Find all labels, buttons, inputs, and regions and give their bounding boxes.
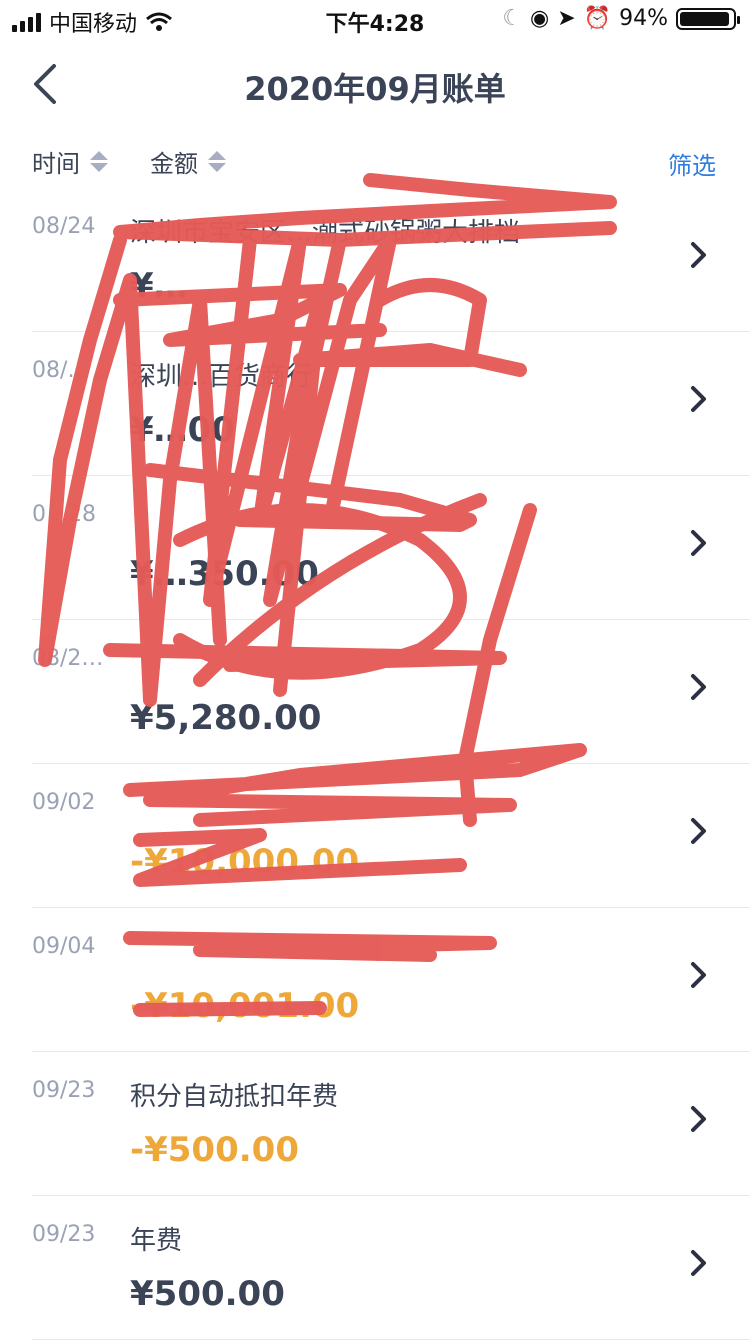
- chevron-right-icon: [691, 386, 706, 412]
- chevron-right-icon: [691, 242, 706, 268]
- location-icon: ➤: [557, 6, 576, 31]
- filter-button[interactable]: 筛选: [668, 146, 716, 181]
- orientation-lock-icon: ◉: [530, 6, 550, 31]
- status-bar: 中国移动 下午4:28 ☾ ◉ ➤ ⏰ 94%: [0, 0, 750, 40]
- transaction-description: 积分自动抵扣年费: [130, 1082, 339, 1112]
- sort-by-amount-button[interactable]: 金额: [150, 144, 226, 179]
- transaction-date: 09/04: [32, 934, 96, 959]
- transaction-list: 08/24 深圳市宝安区…潮式砂锅粥大排档 ¥… 08/… 深圳…百货商行 ¥……: [0, 188, 750, 1340]
- chevron-right-icon: [691, 1106, 706, 1132]
- transaction-row[interactable]: 08/2… ¥5,280.00: [32, 620, 750, 764]
- sort-time-label: 时间: [32, 150, 80, 178]
- chevron-right-icon: [691, 818, 706, 844]
- transaction-amount: ¥…00: [130, 410, 235, 450]
- battery-icon: [676, 7, 740, 30]
- chevron-right-icon: [691, 674, 706, 700]
- sort-arrows-icon: [90, 151, 108, 172]
- transaction-amount: ¥…: [130, 266, 188, 306]
- transaction-date: 09/02: [32, 790, 96, 815]
- transaction-date: 09/23: [32, 1078, 96, 1103]
- sort-by-time-button[interactable]: 时间: [32, 144, 108, 179]
- chevron-right-icon: [691, 962, 706, 988]
- transaction-amount: -¥500.00: [130, 1130, 299, 1170]
- nav-bar: 2020年09月账单: [0, 40, 750, 130]
- transaction-row[interactable]: 09/02 -¥10,000.00: [32, 764, 750, 908]
- transaction-row[interactable]: 0…28 ¥…350.00: [32, 476, 750, 620]
- transaction-description: 年费: [130, 1226, 183, 1256]
- transaction-date: 09/23: [32, 1222, 96, 1247]
- transaction-amount: ¥…350.00: [130, 554, 319, 594]
- sort-amount-label: 金额: [150, 150, 198, 178]
- transaction-amount: -¥10,001.00: [130, 986, 360, 1026]
- alarm-icon: ⏰: [583, 6, 612, 31]
- transaction-row[interactable]: 09/04 -¥10,001.00: [32, 908, 750, 1052]
- chevron-right-icon: [691, 1250, 706, 1276]
- chevron-right-icon: [691, 530, 706, 556]
- transaction-date: 08/2…: [32, 646, 104, 671]
- sort-bar: 时间 金额 筛选: [0, 130, 750, 188]
- transaction-row[interactable]: 08/24 深圳市宝安区…潮式砂锅粥大排档 ¥…: [32, 188, 750, 332]
- transaction-date: 08/24: [32, 214, 96, 239]
- transaction-description: 深圳…百货商行: [130, 362, 313, 392]
- transaction-row[interactable]: 09/23 积分自动抵扣年费 -¥500.00: [32, 1052, 750, 1196]
- sort-arrows-icon: [208, 151, 226, 172]
- transaction-amount: ¥500.00: [130, 1274, 285, 1314]
- transaction-amount: -¥10,000.00: [130, 842, 360, 882]
- battery-percent: 94%: [619, 6, 668, 31]
- transaction-date: 08/…: [32, 358, 90, 383]
- transaction-description: 深圳市宝安区…潮式砂锅粥大排档: [130, 218, 521, 248]
- transaction-amount: ¥5,280.00: [130, 698, 322, 738]
- transaction-row[interactable]: 08/… 深圳…百货商行 ¥…00: [32, 332, 750, 476]
- page-title: 2020年09月账单: [244, 70, 506, 108]
- transaction-date: 0…28: [32, 502, 96, 527]
- moon-icon: ☾: [502, 6, 523, 31]
- transaction-row[interactable]: 09/23 年费 ¥500.00: [32, 1196, 750, 1340]
